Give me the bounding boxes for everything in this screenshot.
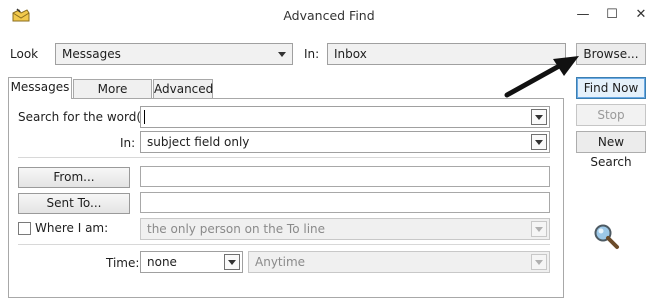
where-i-am-label: Where I am: (35, 221, 109, 235)
chevron-down-icon[interactable] (531, 109, 547, 125)
tab-join (9, 97, 71, 99)
minimize-button[interactable]: — (574, 6, 592, 24)
sent-to-input[interactable] (140, 192, 550, 213)
browse-button[interactable]: Browse... (576, 43, 646, 65)
field-in-label: In: (120, 136, 136, 150)
close-button[interactable]: ✕ (632, 6, 650, 24)
chevron-down-icon (274, 46, 290, 62)
sent-to-button[interactable]: Sent To... (18, 193, 130, 214)
chevron-down-icon (224, 254, 240, 270)
from-button[interactable]: From... (18, 167, 130, 188)
chevron-down-icon (531, 134, 547, 150)
search-words-label: Search for the word(s): (18, 110, 157, 124)
where-i-am-value: the only person on the To line (147, 222, 326, 236)
look-label: Look (10, 47, 39, 61)
tab-messages[interactable]: Messages (8, 77, 72, 99)
time-range-dropdown[interactable]: Anytime (248, 251, 550, 273)
from-input[interactable] (140, 166, 550, 187)
time-value: none (147, 255, 177, 269)
text-cursor (144, 110, 145, 124)
arrow-annotation (495, 50, 585, 102)
window-title: Advanced Find (283, 8, 375, 23)
magnifier-icon (592, 223, 622, 251)
field-in-dropdown[interactable]: subject field only (140, 131, 550, 153)
in-folder-value: Inbox (334, 47, 367, 61)
in-folder-label: In: (304, 47, 320, 61)
time-label: Time: (106, 256, 140, 270)
divider (18, 244, 550, 245)
maximize-button[interactable]: ☐ (603, 6, 621, 24)
chevron-down-icon (531, 221, 547, 237)
time-range-value: Anytime (255, 255, 306, 269)
where-i-am-checkbox[interactable] (18, 222, 31, 235)
where-i-am-dropdown[interactable]: the only person on the To line (140, 218, 550, 240)
look-dropdown[interactable]: Messages (55, 43, 293, 65)
new-search-button[interactable]: New Search (576, 131, 646, 169)
divider (18, 157, 550, 158)
tab-advanced[interactable]: Advanced (153, 79, 213, 99)
tab-more-choices[interactable]: More Choices (73, 79, 152, 115)
field-in-value: subject field only (147, 135, 250, 149)
search-words-input[interactable] (140, 106, 550, 128)
time-dropdown[interactable]: none (140, 251, 243, 273)
find-now-button[interactable]: Find Now (576, 77, 646, 99)
look-value: Messages (62, 47, 121, 61)
chevron-down-icon (531, 254, 547, 270)
stop-button[interactable]: Stop (576, 104, 646, 126)
